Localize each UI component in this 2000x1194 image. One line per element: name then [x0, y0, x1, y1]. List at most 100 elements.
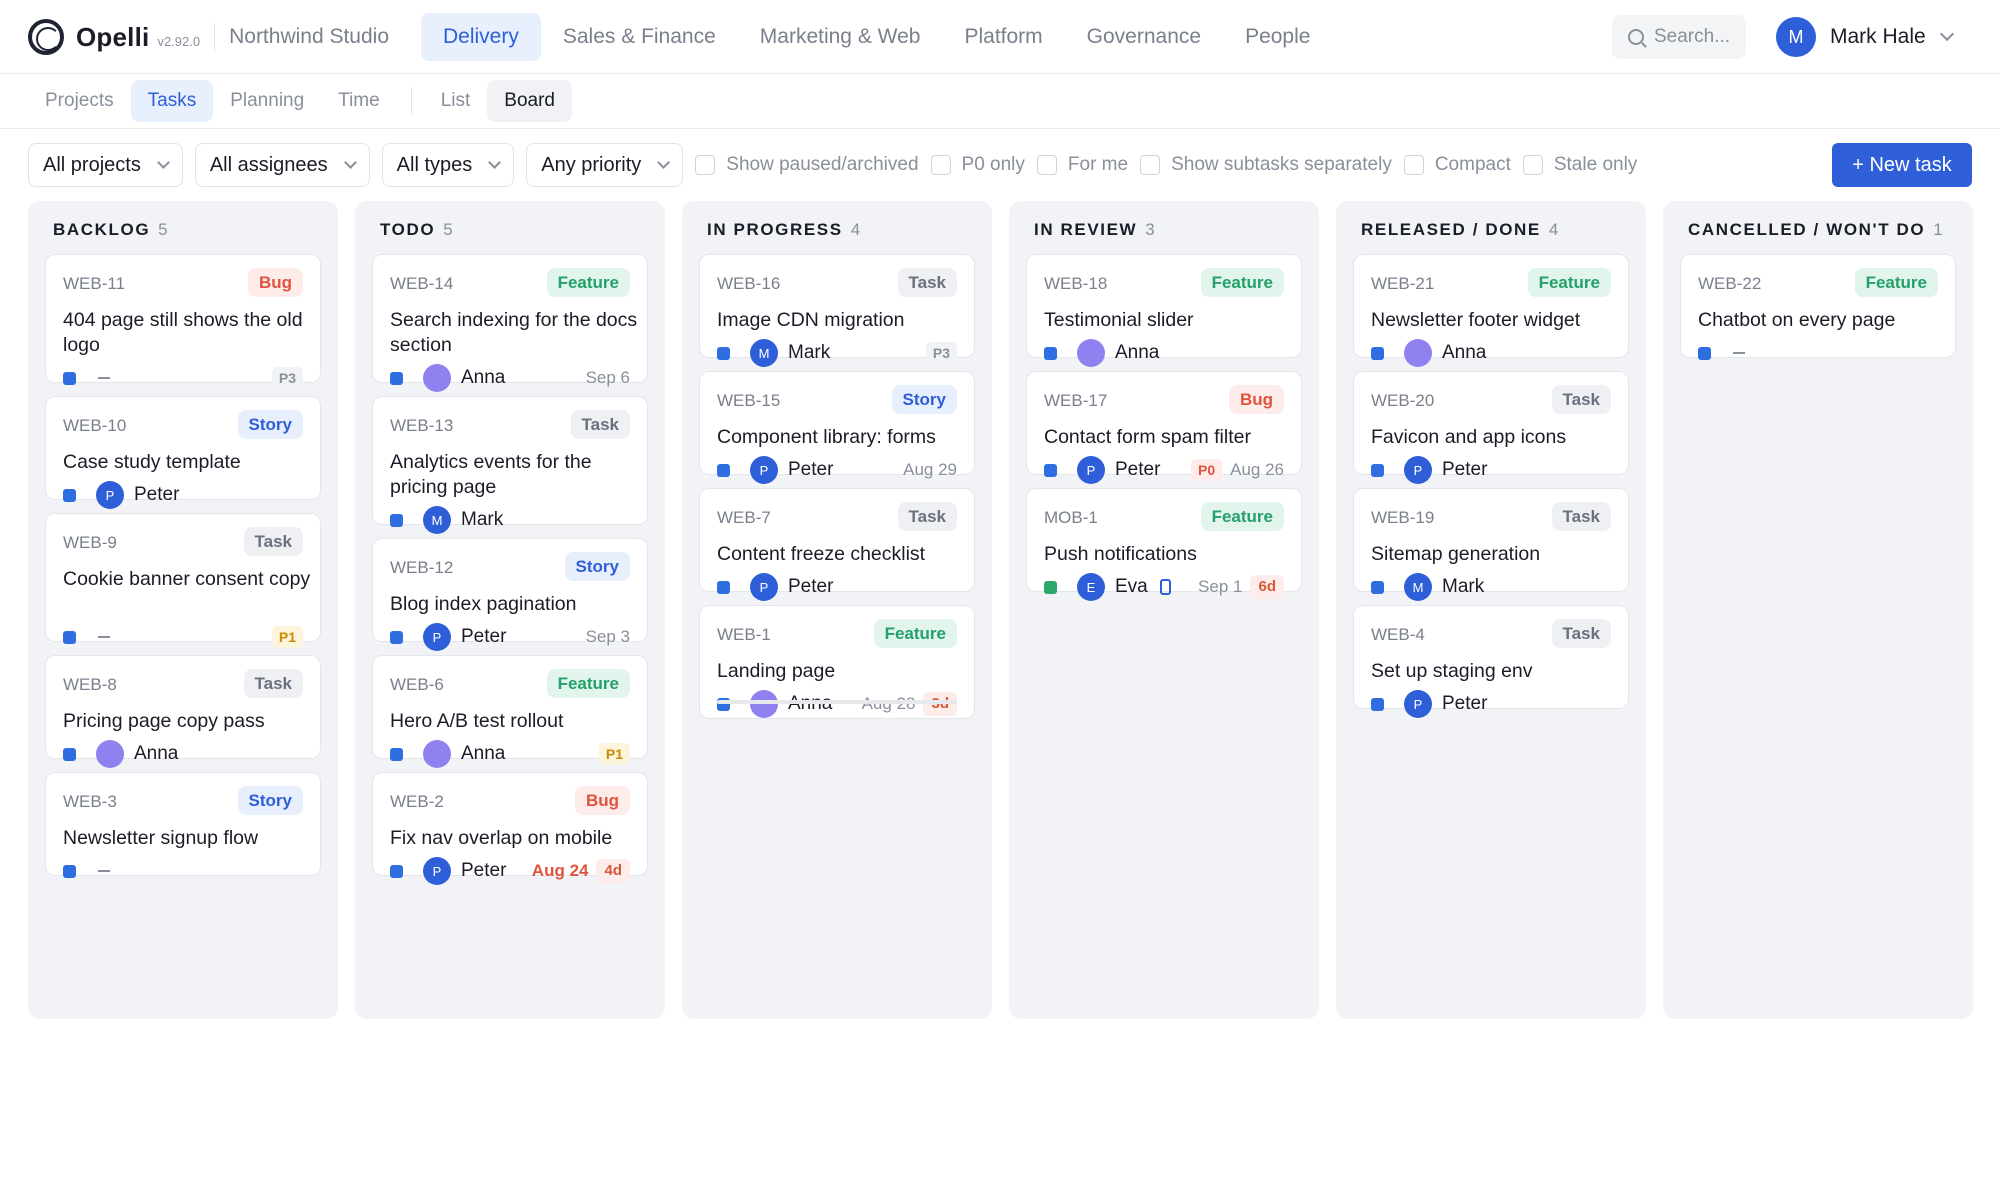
column-title-text: RELEASED / DONE	[1361, 220, 1541, 239]
checkbox[interactable]	[695, 155, 716, 175]
search-input[interactable]	[1654, 26, 1744, 48]
task-title[interactable]: Newsletter footer widget	[1371, 308, 1621, 333]
task-card[interactable]: WEB-1 Feature Landing page Anna Aug 28 3d	[699, 605, 975, 719]
task-card[interactable]: WEB-19 Task Sitemap generation M Mark	[1353, 488, 1629, 601]
task-title[interactable]: Set up staging env	[1371, 659, 1621, 684]
column-in-review: IN REVIEW 3 WEB-18 Feature Testimonial slide…	[1009, 201, 1319, 1019]
task-card[interactable]: WEB-11 Bug 404 page still shows the old lo…	[45, 254, 321, 389]
column-title-text: BACKLOG	[53, 220, 151, 239]
task-card[interactable]: WEB-10 Story Case study template P Peter	[45, 396, 321, 509]
task-title[interactable]: Blog index pagination	[390, 592, 640, 617]
nav-sales-finance[interactable]: Sales & Finance	[541, 13, 738, 61]
nav-marketing-web[interactable]: Marketing & Web	[738, 13, 943, 61]
assignee-name: Mark	[1442, 576, 1485, 597]
task-title[interactable]: Sitemap generation	[1371, 542, 1621, 567]
task-title[interactable]: Chatbot on every page	[1698, 308, 1948, 333]
tab-tasks[interactable]: Tasks	[130, 80, 214, 122]
nav-platform[interactable]: Platform	[942, 13, 1064, 61]
type-badge: Story	[891, 385, 957, 414]
task-card[interactable]: WEB-9 Task Cookie banner consent copy P1	[45, 513, 321, 648]
task-card[interactable]: WEB-13 Task Analytics events for the prici…	[372, 396, 648, 534]
task-title[interactable]: Cookie banner consent copy	[63, 567, 313, 592]
task-title[interactable]: Component library: forms	[717, 425, 967, 450]
status-indicator	[1371, 580, 1384, 594]
task-card[interactable]: WEB-3 Story Newsletter signup flow	[45, 772, 321, 878]
task-card[interactable]: WEB-20 Task Favicon and app icons P Peter	[1353, 371, 1629, 484]
task-title[interactable]: 404 page still shows the old logo	[63, 308, 313, 358]
compact-checkbox[interactable]: Compact	[1403, 154, 1511, 176]
task-title[interactable]: Pricing page copy pass	[63, 709, 313, 734]
p0-only-checkbox[interactable]: P0 only	[930, 154, 1025, 176]
type-badge: Bug	[574, 786, 630, 815]
priority-filter-select[interactable]: Any priority	[526, 143, 684, 187]
task-card[interactable]: WEB-6 Feature Hero A/B test rollout Anna P1	[372, 655, 648, 768]
nav-people[interactable]: People	[1223, 13, 1332, 61]
for-me-checkbox[interactable]: For me	[1036, 154, 1128, 176]
priority-badge: P3	[925, 342, 957, 364]
card-meta: P Peter	[1371, 456, 1611, 484]
task-card[interactable]: WEB-17 Bug Contact form spam filter P Peter P…	[1026, 371, 1302, 484]
show-paused-checkbox[interactable]: Show paused/archived	[695, 154, 919, 176]
task-card[interactable]: WEB-16 Task Image CDN migration M Mark P3	[699, 254, 975, 367]
task-card[interactable]: WEB-8 Task Pricing page copy pass Anna	[45, 655, 321, 768]
user-menu[interactable]: M Mark Hale	[1776, 16, 1954, 58]
task-card[interactable]: WEB-18 Feature Testimonial slider Anna	[1026, 254, 1302, 367]
task-card[interactable]: MOB-1 Feature Push notifications E Eva Sep 1 6…	[1026, 488, 1302, 601]
type-badge: Feature	[546, 669, 630, 698]
task-title[interactable]: Case study template	[63, 450, 313, 475]
task-title[interactable]: Hero A/B test rollout	[390, 709, 640, 734]
checkbox[interactable]	[1522, 155, 1543, 175]
task-title[interactable]: Newsletter signup flow	[63, 826, 313, 851]
type-filter-select[interactable]: All types	[381, 143, 515, 187]
task-title[interactable]: Testimonial slider	[1044, 308, 1294, 333]
organization-name[interactable]: Northwind Studio	[229, 25, 389, 49]
nav-delivery[interactable]: Delivery	[421, 13, 541, 61]
status-indicator	[63, 371, 76, 385]
task-title[interactable]: Fix nav overlap on mobile	[390, 826, 640, 851]
assignee-name: Peter	[1442, 459, 1488, 480]
checkbox[interactable]	[1140, 155, 1161, 175]
status-indicator	[717, 463, 730, 477]
project-filter-select[interactable]: All projects	[28, 143, 183, 187]
task-card[interactable]: WEB-15 Story Component library: forms P Pete…	[699, 371, 975, 484]
task-title[interactable]: Contact form spam filter	[1044, 425, 1294, 450]
new-task-button[interactable]: + New task	[1832, 143, 1972, 187]
task-title[interactable]: Push notifications	[1044, 542, 1294, 567]
tab-planning[interactable]: Planning	[213, 80, 321, 122]
task-card[interactable]: WEB-12 Story Blog index pagination P Peter Se…	[372, 538, 648, 651]
assignee-filter-select[interactable]: All assignees	[194, 143, 370, 187]
stale-only-checkbox[interactable]: Stale only	[1522, 154, 1637, 176]
brand[interactable]: Opelli v2.92.0 Northwind Studio	[28, 18, 389, 56]
tab-projects[interactable]: Projects	[28, 80, 131, 122]
avatar: P	[750, 456, 778, 484]
checkbox[interactable]	[1036, 155, 1057, 175]
assignee-name: Mark	[461, 509, 504, 530]
show-subtasks-checkbox[interactable]: Show subtasks separately	[1140, 154, 1392, 176]
checkbox[interactable]	[930, 155, 951, 175]
task-card[interactable]: WEB-22 Feature Chatbot on every page	[1680, 254, 1956, 360]
checkbox[interactable]	[1403, 155, 1424, 175]
task-card[interactable]: WEB-4 Task Set up staging env P Peter	[1353, 605, 1629, 718]
card-meta-right: Sep 1 6d	[1190, 575, 1284, 599]
task-title[interactable]: Landing page	[717, 659, 967, 684]
task-title[interactable]: Analytics events for the pricing page	[390, 450, 640, 500]
card-meta-right: P1	[598, 743, 630, 765]
task-id: WEB-22	[1698, 274, 1762, 293]
tab-time[interactable]: Time	[321, 80, 397, 122]
task-card[interactable]: WEB-7 Task Content freeze checklist P Peter	[699, 488, 975, 601]
task-title[interactable]: Favicon and app icons	[1371, 425, 1621, 450]
nav-governance[interactable]: Governance	[1065, 13, 1223, 61]
task-title[interactable]: Image CDN migration	[717, 308, 967, 333]
status-indicator	[1044, 580, 1057, 594]
task-title[interactable]: Content freeze checklist	[717, 542, 967, 567]
status-indicator	[63, 488, 76, 502]
task-card[interactable]: WEB-21 Feature Newsletter footer widget Ann…	[1353, 254, 1629, 367]
task-id: WEB-20	[1371, 391, 1435, 410]
task-title[interactable]: Search indexing for the docs section	[390, 308, 640, 358]
task-card[interactable]: WEB-2 Bug Fix nav overlap on mobile P Peter A…	[372, 772, 648, 885]
task-card[interactable]: WEB-14 Feature Search indexing for the doc…	[372, 254, 648, 392]
view-board[interactable]: Board	[487, 80, 572, 122]
search-box[interactable]	[1612, 15, 1746, 59]
assignee-name: Anna	[788, 693, 832, 715]
view-list[interactable]: List	[424, 80, 488, 122]
